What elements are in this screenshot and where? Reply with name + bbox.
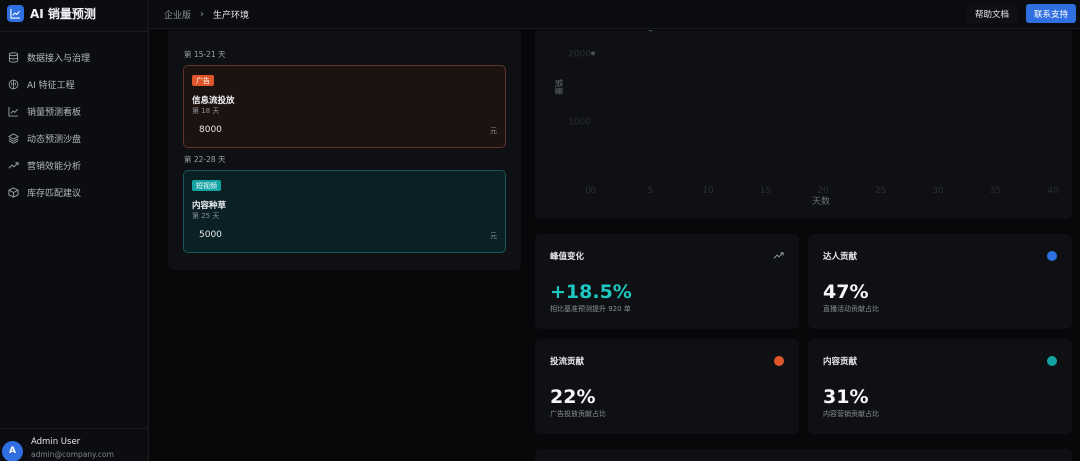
sidebar-item-label: 销量预测看板: [27, 108, 82, 118]
sidebar: AI 销量预测 数据接入与治理 AI 特征工程 销量预测看板 动态预测沙盘 营销…: [0, 0, 149, 461]
plan-card-ad[interactable]: 广告 信息流投放 第 18 天 8000 元: [183, 65, 506, 148]
x-tick-label: 5: [648, 186, 654, 196]
stat-title: 投流贡献: [550, 357, 585, 367]
stat-value: 47%: [823, 281, 869, 303]
chevron-right-icon: ›: [200, 9, 205, 20]
stat-card-peak: 峰值变化 +18.5% 相比基准预测提升 920 单: [535, 234, 799, 329]
channel-tag: 短视频: [192, 180, 221, 191]
week-label: 第 22-28 天: [184, 155, 226, 164]
y-tick-label: 0: [585, 186, 591, 196]
contact-support-button[interactable]: 联系支持: [1026, 4, 1076, 23]
stat-title: 峰值变化: [550, 252, 585, 262]
y-tick-label: 2000: [568, 49, 591, 59]
plan-name: 内容种草: [192, 201, 227, 211]
box-icon: [8, 187, 19, 198]
channel-tag: 广告: [192, 75, 214, 86]
breadcrumb: 企业版 › 生产环境: [164, 8, 249, 21]
budget-input[interactable]: 5000: [199, 230, 222, 240]
breadcrumb-root[interactable]: 企业版: [164, 8, 191, 21]
x-axis-label: 天数: [812, 195, 830, 207]
chart-line-icon: [8, 106, 19, 117]
sidebar-item-label: 数据接入与治理: [27, 54, 91, 64]
forecast-chart: 05101520253035400100020003000天数销量: [535, 30, 1072, 219]
data-point[interactable]: [591, 51, 595, 56]
sidebar-item-label: 动态预测沙盘: [27, 135, 82, 145]
plan-day: 第 18 天: [192, 107, 220, 115]
status-dot: [1047, 356, 1057, 366]
plan-day: 第 25 天: [192, 212, 220, 220]
brain-icon: [8, 79, 19, 90]
stat-card-influencer: 达人贡献 47% 直播活动贡献占比: [808, 234, 1072, 329]
sidebar-item-sandbox[interactable]: 动态预测沙盘: [0, 125, 149, 152]
x-tick-label: 0: [590, 186, 596, 196]
divider: [0, 31, 149, 32]
avatar: A: [2, 440, 23, 461]
scatter-chart: 05101520253035400100020003000天数销量: [554, 30, 1059, 207]
stat-value: 22%: [550, 386, 596, 408]
marketing-plan-panel: 第 15-21 天 广告 信息流投放 第 18 天 8000 元 第 22-28…: [168, 30, 521, 270]
sidebar-item-label: 营销效能分析: [27, 162, 82, 172]
budget-unit: 元: [490, 232, 497, 240]
x-tick-label: 30: [932, 186, 944, 196]
user-email: admin@company.com: [31, 450, 114, 459]
layers-icon: [8, 133, 19, 144]
chart-line-icon: [7, 4, 24, 22]
budget-input[interactable]: 8000: [199, 125, 222, 135]
sidebar-item-label: AI 特征工程: [27, 81, 75, 91]
stat-title: 达人贡献: [823, 252, 858, 262]
stat-subtitle: 直播活动贡献占比: [823, 305, 879, 313]
breadcrumb-current: 生产环境: [213, 11, 250, 21]
next-panel: [535, 449, 1072, 461]
user-profile[interactable]: A Admin User admin@company.com: [0, 428, 149, 461]
trending-up-icon: [773, 252, 784, 259]
x-tick-label: 40: [1047, 186, 1059, 196]
y-axis-label: 销量: [554, 79, 564, 95]
sidebar-nav: 数据接入与治理 AI 特征工程 销量预测看板 动态预测沙盘 营销效能分析 库存匹…: [0, 44, 149, 206]
x-tick-label: 20: [817, 186, 829, 196]
x-tick-label: 15: [760, 186, 771, 196]
week-label: 第 15-21 天: [184, 50, 226, 59]
y-tick-label: 1000: [568, 118, 591, 128]
sidebar-item-label: 库存匹配建议: [27, 189, 82, 199]
x-tick-label: 35: [990, 186, 1001, 196]
x-tick-label: 25: [875, 186, 886, 196]
status-dot: [774, 356, 784, 366]
sidebar-item-ai-features[interactable]: AI 特征工程: [0, 71, 149, 98]
status-dot: [1047, 251, 1057, 261]
budget-unit: 元: [490, 127, 497, 135]
x-tick-label: 10: [702, 186, 714, 196]
data-point[interactable]: [648, 30, 653, 32]
sidebar-item-data-ingestion[interactable]: 数据接入与治理: [0, 44, 149, 71]
stat-subtitle: 相比基准预测提升 920 单: [550, 305, 631, 313]
stat-value: 31%: [823, 386, 869, 408]
sidebar-item-forecast-board[interactable]: 销量预测看板: [0, 98, 149, 125]
stat-card-ads: 投流贡献 22% 广告投放贡献占比: [535, 339, 799, 434]
help-docs-button[interactable]: 帮助文档: [966, 5, 1019, 23]
trending-up-icon: [8, 162, 19, 169]
plan-name: 信息流投放: [192, 96, 235, 106]
app-title: AI 销量预测: [30, 6, 96, 21]
sidebar-item-marketing[interactable]: 营销效能分析: [0, 152, 149, 179]
stat-value: +18.5%: [550, 281, 632, 303]
stat-card-content: 内容贡献 31% 内容营销贡献占比: [808, 339, 1072, 434]
stat-subtitle: 内容营销贡献占比: [823, 410, 879, 418]
top-header: 企业版 › 生产环境 帮助文档 联系支持: [150, 0, 1080, 29]
stat-title: 内容贡献: [823, 357, 858, 367]
stat-subtitle: 广告投放贡献占比: [550, 410, 606, 418]
sidebar-item-inventory[interactable]: 库存匹配建议: [0, 179, 149, 206]
user-name: Admin User: [31, 437, 81, 447]
brand[interactable]: AI 销量预测: [7, 3, 96, 23]
database-icon: [8, 52, 19, 63]
plan-card-video[interactable]: 短视频 内容种草 第 25 天 5000 元: [183, 170, 506, 253]
